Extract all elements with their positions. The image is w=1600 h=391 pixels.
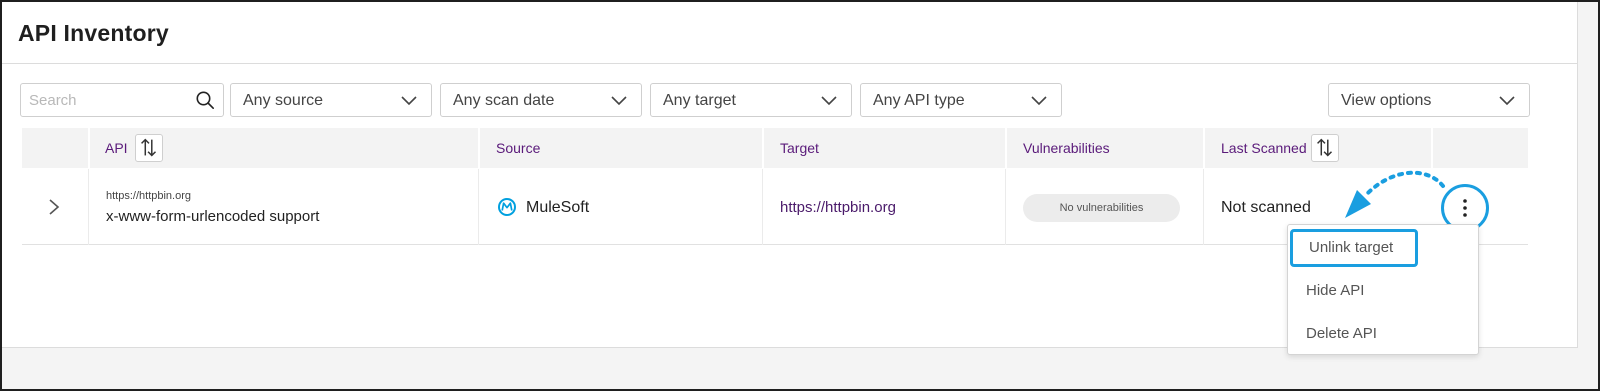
column-divider <box>762 169 763 245</box>
source-filter-dropdown[interactable]: Any source <box>230 83 432 117</box>
search-icon[interactable] <box>195 90 215 110</box>
chevron-down-icon <box>1031 96 1047 106</box>
column-divider <box>1005 169 1006 245</box>
scan-date-filter-label: Any scan date <box>453 92 555 109</box>
annotation-arrow <box>1345 170 1445 218</box>
row-actions-menu: Unlink target Hide API Delete API <box>1287 224 1479 355</box>
column-divider <box>88 128 90 168</box>
column-divider <box>1203 128 1205 168</box>
column-header-last-scanned[interactable]: Last Scanned <box>1221 128 1307 168</box>
column-divider <box>88 169 89 245</box>
chevron-right-icon[interactable] <box>46 197 62 217</box>
menu-item-hide-api[interactable]: Hide API <box>1288 271 1480 311</box>
column-header-target: Target <box>780 140 819 156</box>
view-options-dropdown[interactable]: View options <box>1328 83 1530 117</box>
chevron-down-icon <box>821 96 837 106</box>
api-type-filter-label: Any API type <box>873 92 965 109</box>
api-name: x-www-form-urlencoded support <box>106 208 320 225</box>
view-options-label: View options <box>1341 92 1432 109</box>
last-scanned-sort-button[interactable] <box>1311 134 1339 162</box>
chevron-down-icon <box>1499 96 1515 106</box>
column-divider <box>1005 128 1007 168</box>
target-filter-label: Any target <box>663 92 736 109</box>
column-header-vulnerabilities: Vulnerabilities <box>1023 140 1110 156</box>
mulesoft-logo-icon <box>498 198 516 216</box>
column-header-api[interactable]: API <box>105 128 128 168</box>
last-scanned-value: Not scanned <box>1221 199 1311 216</box>
target-filter-dropdown[interactable]: Any target <box>650 83 852 117</box>
source-name: MuleSoft <box>526 199 590 216</box>
column-divider <box>478 128 480 168</box>
source-filter-label: Any source <box>243 92 324 109</box>
sort-icon <box>1317 138 1333 157</box>
search-box[interactable] <box>20 83 224 117</box>
title-divider <box>2 63 1578 64</box>
chevron-down-icon <box>611 96 627 106</box>
column-divider <box>1203 169 1204 245</box>
api-url: https://httpbin.org <box>106 190 191 202</box>
api-type-filter-dropdown[interactable]: Any API type <box>860 83 1062 117</box>
chevron-down-icon <box>401 96 417 106</box>
column-divider <box>478 169 479 245</box>
menu-item-unlink-target[interactable]: Unlink target <box>1290 229 1418 267</box>
target-link[interactable]: https://httpbin.org <box>780 199 896 216</box>
scan-date-filter-dropdown[interactable]: Any scan date <box>440 83 642 117</box>
api-sort-button[interactable] <box>135 134 163 162</box>
vulnerabilities-badge: No vulnerabilities <box>1023 194 1180 222</box>
column-divider <box>762 128 764 168</box>
more-vertical-icon <box>1463 199 1467 217</box>
sort-icon <box>141 138 157 157</box>
menu-item-delete-api[interactable]: Delete API <box>1288 314 1480 354</box>
search-input[interactable] <box>29 84 189 116</box>
page-title: API Inventory <box>18 20 169 46</box>
column-header-source: Source <box>496 140 541 156</box>
